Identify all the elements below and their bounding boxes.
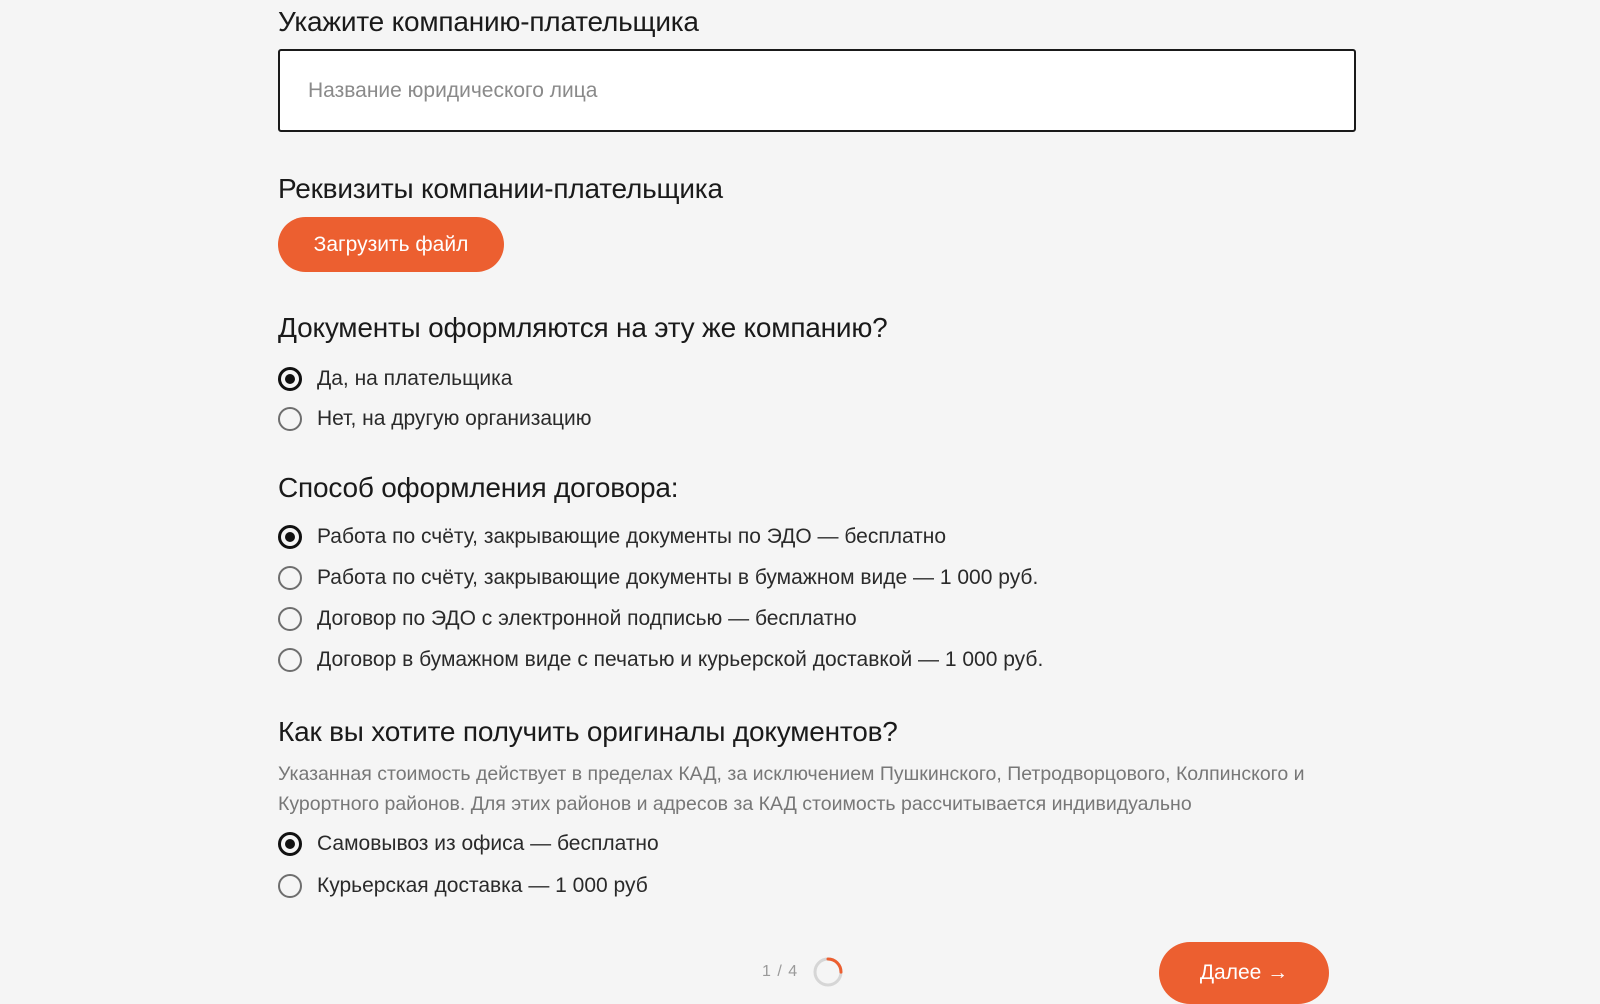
- originals-delivery-heading: Как вы хотите получить оригиналы докумен…: [278, 716, 898, 747]
- radio-label: Работа по счёту, закрывающие документы п…: [317, 525, 947, 548]
- radio-label: Нет, на другую организацию: [317, 407, 592, 430]
- radio-label: Самовывоз из офиса — бесплатно: [317, 832, 659, 855]
- radio-button-checked[interactable]: [278, 367, 302, 391]
- radio-button-checked[interactable]: [278, 832, 302, 856]
- progress-ring-icon: [813, 957, 843, 987]
- radio-option-invoice-edo[interactable]: Работа по счёту, закрывающие документы п…: [278, 522, 946, 552]
- contract-method-heading: Способ оформления договора:: [278, 472, 679, 503]
- radio-button[interactable]: [278, 648, 302, 672]
- upload-file-button[interactable]: Загрузить файл: [278, 217, 504, 272]
- step-pager: 1 / 4: [762, 957, 844, 987]
- radio-option-contract-edo[interactable]: Договор по ЭДО с электронной подписью — …: [278, 604, 857, 634]
- radio-label: Договор по ЭДО с электронной подписью — …: [317, 607, 857, 630]
- next-button[interactable]: Далее →: [1159, 942, 1329, 1004]
- radio-label: Работа по счёту, закрывающие документы в…: [317, 566, 1039, 589]
- radio-label: Да, на плательщика: [317, 367, 513, 390]
- radio-button[interactable]: [278, 607, 302, 631]
- radio-label: Договор в бумажном виде с печатью и курь…: [317, 648, 1044, 671]
- radio-option-invoice-paper[interactable]: Работа по счёту, закрывающие документы в…: [278, 563, 1038, 593]
- radio-button-checked[interactable]: [278, 525, 302, 549]
- radio-button[interactable]: [278, 566, 302, 590]
- radio-option-courier[interactable]: Курьерская доставка — 1 000 руб: [278, 871, 648, 901]
- documents-same-company-heading: Документы оформляются на эту же компанию…: [278, 312, 888, 343]
- radio-button[interactable]: [278, 874, 302, 898]
- radio-option-payer[interactable]: Да, на плательщика: [278, 364, 512, 394]
- payer-company-heading: Укажите компанию-плательщика: [278, 6, 699, 37]
- delivery-cost-note: Указанная стоимость действует в пределах…: [278, 759, 1338, 819]
- note-line-2: Курортного районов. Для этих районов и а…: [278, 793, 1192, 815]
- legal-entity-name-input[interactable]: [278, 49, 1356, 132]
- radio-option-pickup[interactable]: Самовывоз из офиса — бесплатно: [278, 829, 659, 859]
- step-counter: 1 / 4: [762, 963, 799, 980]
- radio-option-other-organization[interactable]: Нет, на другую организацию: [278, 404, 592, 434]
- radio-label: Курьерская доставка — 1 000 руб: [317, 874, 648, 897]
- radio-button[interactable]: [278, 407, 302, 431]
- payer-details-heading: Реквизиты компании-плательщика: [278, 173, 723, 204]
- note-line-1: Указанная стоимость действует в пределах…: [278, 763, 1305, 785]
- radio-option-contract-paper[interactable]: Договор в бумажном виде с печатью и курь…: [278, 645, 1043, 675]
